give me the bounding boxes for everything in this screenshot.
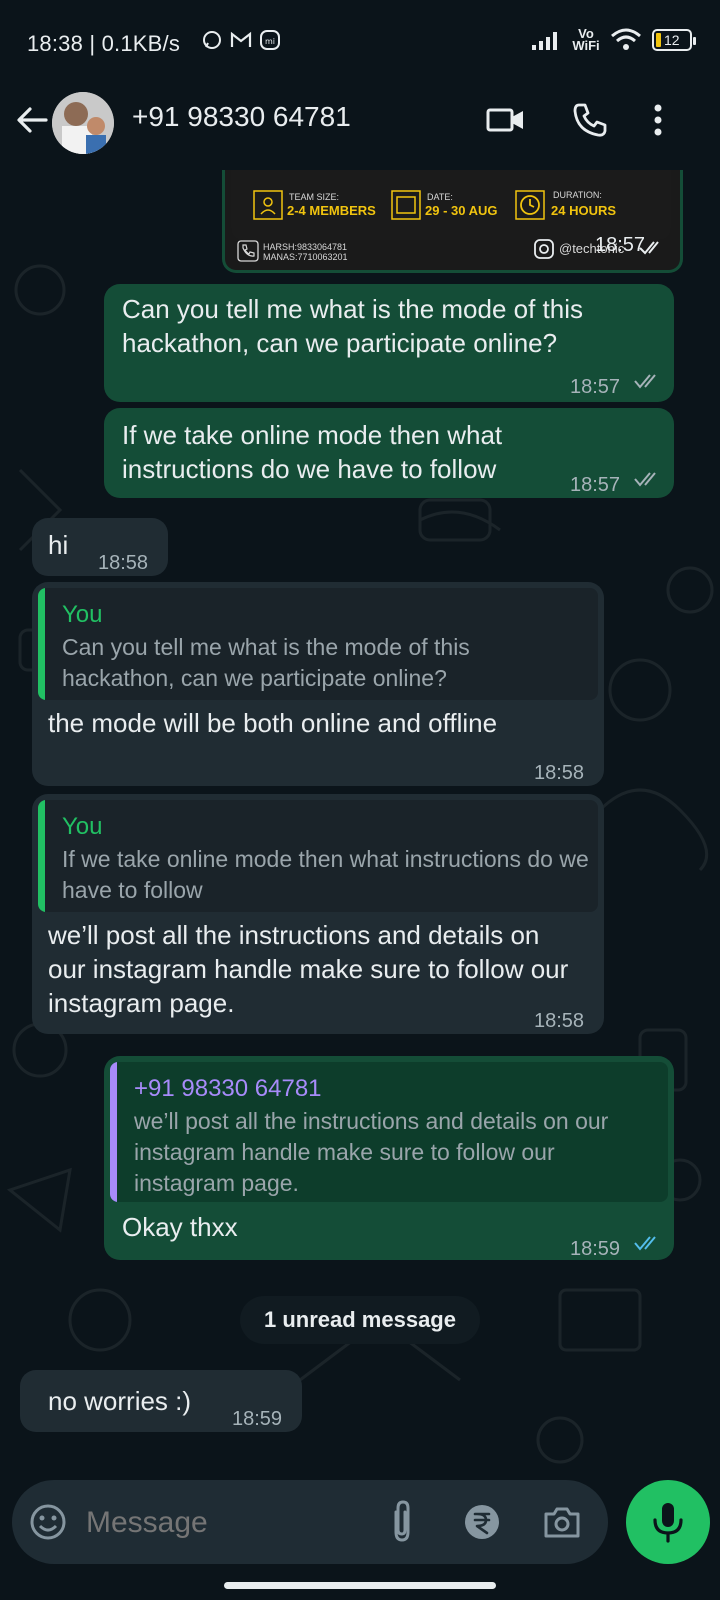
phone-icon bbox=[237, 240, 259, 262]
outgoing-message[interactable]: If we take online mode then what instruc… bbox=[104, 408, 674, 498]
unread-messages-divider: 1 unread message bbox=[240, 1296, 480, 1344]
incoming-reply-message[interactable]: You Can you tell me what is the mode of … bbox=[32, 582, 604, 786]
avatar-photo-icon bbox=[52, 92, 114, 154]
emoji-icon[interactable] bbox=[28, 1502, 68, 1542]
message-time: 18:58 bbox=[534, 762, 585, 784]
outgoing-reply-message[interactable]: +91 98330 64781 we’ll post all the instr… bbox=[104, 1056, 674, 1260]
contact-avatar[interactable] bbox=[52, 92, 114, 154]
back-arrow-icon[interactable] bbox=[14, 102, 50, 138]
incoming-message[interactable]: no worries :) 18:59 bbox=[20, 1370, 302, 1432]
quoted-message[interactable]: You Can you tell me what is the mode of … bbox=[38, 588, 598, 700]
poster-contact-2: MANAS:7710063201 bbox=[263, 252, 348, 262]
image-message[interactable]: TEAM SIZE: 2-4 MEMBERS DATE: 29 - 30 AUG… bbox=[222, 170, 683, 273]
double-tick-icon bbox=[634, 374, 656, 389]
camera-icon[interactable] bbox=[542, 1502, 582, 1542]
message-time: 18:57 bbox=[570, 474, 621, 496]
team-size-value: 2-4 MEMBERS bbox=[287, 203, 376, 218]
quote-text: we’ll post all the instructions and deta… bbox=[134, 1108, 609, 1196]
status-right-icons: Vo WiFi 12 bbox=[530, 26, 696, 53]
calendar-icon bbox=[391, 190, 421, 220]
wifi-icon bbox=[611, 28, 641, 50]
quote-text: Can you tell me what is the mode of this… bbox=[62, 634, 470, 691]
signal-icon bbox=[532, 32, 557, 50]
voice-message-button[interactable] bbox=[626, 1480, 710, 1564]
quote-author: You bbox=[62, 601, 103, 628]
status-notification-icons: mi bbox=[202, 30, 280, 50]
voice-call-icon[interactable] bbox=[570, 100, 610, 140]
quote-text: If we take online mode then what instruc… bbox=[62, 846, 589, 903]
incoming-reply-message[interactable]: You If we take online mode then what ins… bbox=[32, 794, 604, 1034]
quote-accent-bar bbox=[38, 800, 45, 912]
message-text: hi bbox=[48, 530, 69, 560]
gmail-notification-icon bbox=[230, 31, 252, 47]
date-value: 29 - 30 AUG bbox=[425, 203, 498, 218]
message-time: 18:59 bbox=[570, 1238, 621, 1260]
quote-accent-bar bbox=[110, 1062, 117, 1202]
svg-text:mi: mi bbox=[265, 37, 275, 46]
team-icon bbox=[253, 190, 283, 220]
message-text: Can you tell me what is the mode of this… bbox=[122, 294, 584, 358]
poster-contact-1: HARSH:9833064781 bbox=[263, 242, 348, 252]
more-options-icon[interactable] bbox=[646, 100, 670, 140]
status-time: 18:38 | 0.1KB/s bbox=[27, 31, 181, 56]
double-tick-icon bbox=[634, 472, 656, 487]
message-text: we’ll post all the instructions and deta… bbox=[48, 920, 569, 1018]
payment-rupee-icon[interactable] bbox=[462, 1502, 502, 1542]
home-indicator[interactable] bbox=[224, 1582, 496, 1589]
chat-area[interactable]: TEAM SIZE: 2-4 MEMBERS DATE: 29 - 30 AUG… bbox=[0, 170, 720, 1480]
message-text: no worries :) bbox=[48, 1386, 192, 1416]
message-time: 18:58 bbox=[534, 1010, 585, 1032]
vowifi-label: Vo WiFi bbox=[572, 26, 600, 53]
status-bar: 18:38 | 0.1KB/s mi Vo WiFi 12 bbox=[0, 0, 720, 84]
outgoing-message[interactable]: Can you tell me what is the mode of this… bbox=[104, 284, 674, 402]
quote-author: +91 98330 64781 bbox=[134, 1075, 322, 1102]
video-call-icon[interactable] bbox=[486, 100, 526, 140]
mi-notification-icon: mi bbox=[260, 30, 280, 50]
instagram-icon bbox=[534, 239, 554, 259]
message-time: 18:59 bbox=[232, 1408, 283, 1430]
duration-value: 24 HOURS bbox=[551, 203, 617, 218]
message-time: 18:57 bbox=[595, 234, 646, 256]
battery-level: 12 bbox=[664, 32, 680, 48]
message-text: If we take online mode then what instruc… bbox=[122, 420, 503, 484]
attach-icon[interactable] bbox=[386, 1500, 418, 1544]
duration-label: DURATION: bbox=[553, 190, 602, 200]
contact-name[interactable]: +91 98330 64781 bbox=[132, 101, 351, 133]
message-text: Okay thxx bbox=[122, 1212, 238, 1242]
date-label: DATE: bbox=[427, 192, 453, 202]
quoted-message[interactable]: You If we take online mode then what ins… bbox=[38, 800, 598, 912]
battery-icon: 12 bbox=[652, 29, 696, 51]
message-input-bar[interactable] bbox=[12, 1480, 608, 1564]
message-text: the mode will be both online and offline bbox=[48, 708, 498, 738]
quote-accent-bar bbox=[38, 588, 45, 700]
poster-image: TEAM SIZE: 2-4 MEMBERS DATE: 29 - 30 AUG… bbox=[231, 170, 671, 240]
message-input[interactable] bbox=[84, 1498, 378, 1548]
team-size-label: TEAM SIZE: bbox=[289, 192, 340, 202]
incoming-message[interactable]: hi 18:58 bbox=[32, 518, 168, 576]
microphone-icon bbox=[653, 1503, 683, 1543]
message-time: 18:58 bbox=[98, 552, 149, 574]
whatsapp-notification-icon bbox=[203, 31, 221, 49]
double-tick-icon bbox=[634, 1236, 656, 1251]
chat-header: +91 98330 64781 bbox=[0, 84, 720, 170]
quote-author: You bbox=[62, 813, 103, 840]
message-time: 18:57 bbox=[570, 376, 621, 398]
quoted-message[interactable]: +91 98330 64781 we’ll post all the instr… bbox=[110, 1062, 668, 1202]
clock-icon bbox=[515, 190, 545, 220]
double-tick-icon bbox=[639, 241, 659, 255]
